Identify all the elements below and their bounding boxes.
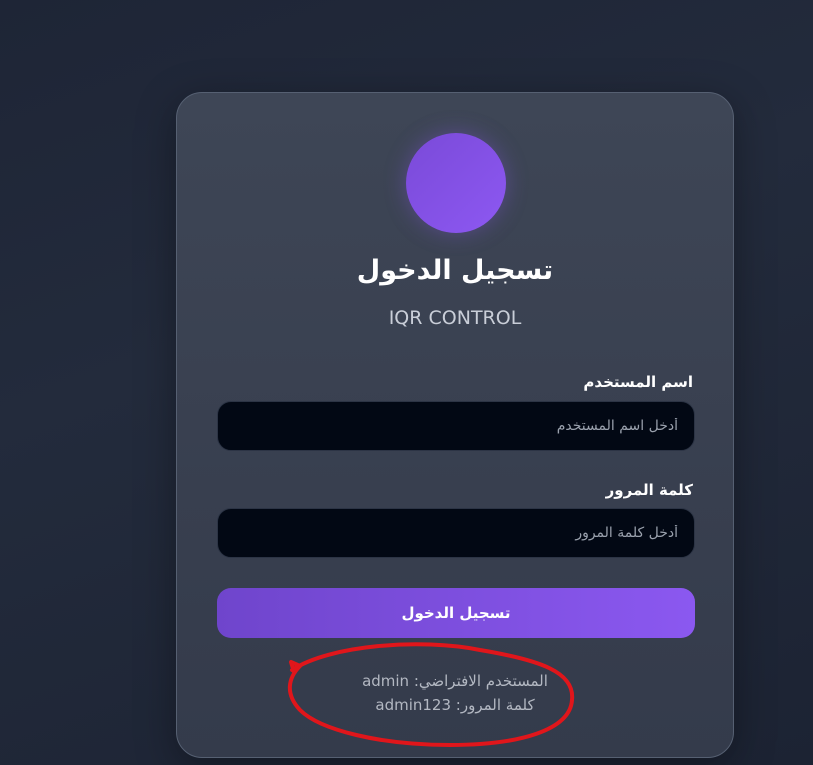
default-user-hint: المستخدم الافتراضي: admin (362, 672, 548, 690)
username-label: اسم المستخدم (583, 373, 693, 391)
password-input[interactable] (217, 508, 695, 558)
default-password-hint: كلمة المرور: admin123 (375, 696, 535, 714)
login-card: تسجيل الدخول IQR CONTROL اسم المستخدم كل… (176, 92, 734, 758)
login-button[interactable]: تسجيل الدخول (217, 588, 695, 638)
logo-circle-icon (406, 133, 506, 233)
page-title: تسجيل الدخول (356, 255, 554, 286)
app-name: IQR CONTROL (388, 307, 522, 329)
password-label: كلمة المرور (605, 481, 693, 499)
username-input[interactable] (217, 401, 695, 451)
